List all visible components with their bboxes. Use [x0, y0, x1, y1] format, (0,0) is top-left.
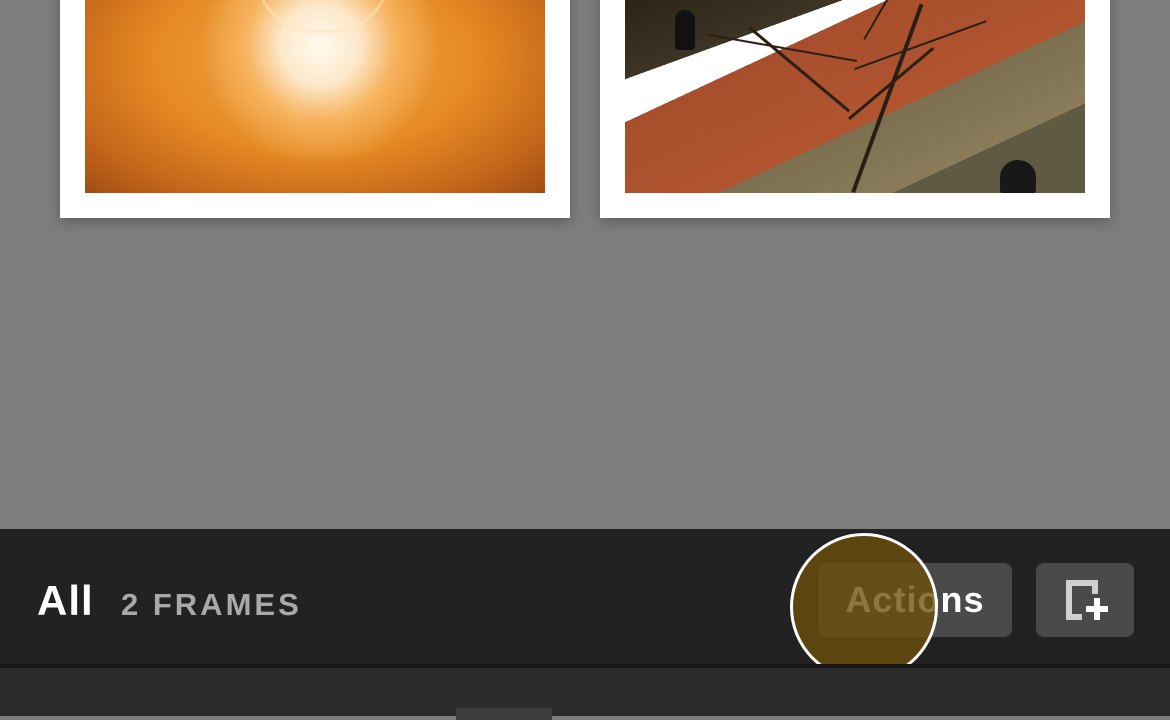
frame-card-street[interactable]	[600, 0, 1110, 218]
street-photo	[625, 0, 1085, 193]
bulb-photo	[85, 0, 545, 193]
filter-label[interactable]: All	[37, 577, 94, 625]
frame-card-bulb[interactable]	[60, 0, 570, 218]
tree-branch	[848, 46, 935, 121]
tree-branch	[854, 20, 987, 71]
add-frame-icon	[1066, 580, 1108, 620]
tree-branch	[748, 26, 850, 113]
add-frame-button[interactable]	[1036, 563, 1134, 637]
tree-branch	[863, 0, 910, 41]
tree-branch	[851, 3, 924, 193]
bulb-rim	[255, 0, 391, 33]
bottom-tab-strip	[0, 664, 1170, 720]
trash-bin	[1000, 160, 1036, 193]
touch-indicator	[790, 533, 938, 681]
frames-canvas	[0, 0, 1170, 529]
pedestrian-figure	[675, 10, 695, 50]
frames-count: 2 FRAMES	[121, 587, 302, 622]
tab-indicator[interactable]	[456, 708, 552, 720]
